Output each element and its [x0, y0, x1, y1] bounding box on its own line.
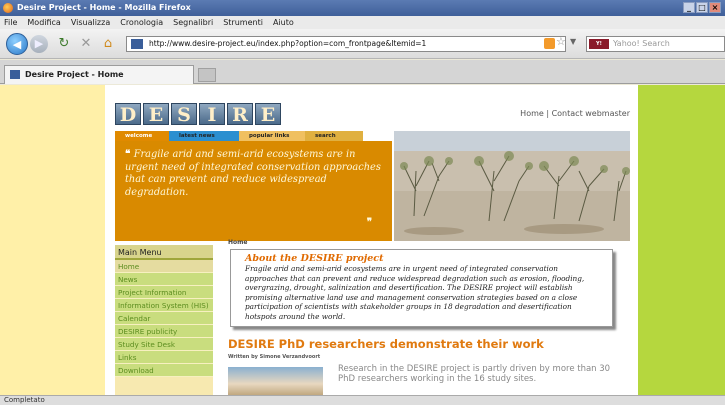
- url-dropdown-icon[interactable]: ▼: [570, 37, 576, 46]
- home-icon[interactable]: ⌂: [100, 36, 116, 52]
- tab-popular-links[interactable]: popular links: [239, 131, 305, 141]
- menu-cronologia[interactable]: Cronologia: [120, 16, 163, 29]
- article-byline: Written by Simone Verzandvoort: [228, 354, 321, 360]
- search-engine-icon[interactable]: Y!: [589, 39, 609, 49]
- breadcrumb: Home: [228, 239, 248, 246]
- window-titlebar: Desire Project - Home - Mozilla Firefox …: [0, 0, 725, 16]
- welcome-quote: ❝ Fragile arid and semi-arid ecosystems …: [115, 141, 392, 241]
- quote-text: Fragile arid and semi-arid ecosystems ar…: [125, 149, 381, 198]
- main-content: Home About the DESIRE project Fragile ar…: [228, 239, 628, 395]
- firefox-icon: [3, 3, 13, 13]
- menu-strumenti[interactable]: Strumenti: [223, 16, 263, 29]
- link-separator: |: [543, 109, 552, 118]
- tab-favicon-icon: [10, 70, 20, 79]
- logo-letter: E: [143, 103, 169, 126]
- close-button[interactable]: ×: [709, 2, 721, 13]
- main-menu-title: Main Menu: [115, 245, 213, 260]
- menu-item-calendar[interactable]: Calendar: [115, 312, 213, 325]
- article-thumbnail: [228, 367, 323, 395]
- forward-arrow-icon: ▶: [34, 37, 44, 50]
- menu-item-news[interactable]: News: [115, 273, 213, 286]
- navigation-toolbar: ◀ ▶ ↻ ✕ ⌂ http://www.desire-project.eu/i…: [0, 29, 725, 59]
- menu-item-download[interactable]: Download: [115, 364, 213, 377]
- reload-icon[interactable]: ↻: [56, 36, 72, 52]
- main-menu: Main Menu Home News Project Information …: [115, 245, 213, 395]
- about-box: About the DESIRE project Fragile arid an…: [230, 249, 613, 327]
- open-quote-icon: ❝: [125, 149, 134, 160]
- hero-banner: welcome latest news popular links search…: [115, 131, 630, 241]
- article-intro: Research in the DESIRE project is partly…: [338, 364, 611, 384]
- close-quote-icon: ❞: [366, 216, 372, 228]
- about-title: About the DESIRE project: [245, 253, 384, 264]
- contact-webmaster-link[interactable]: Contact webmaster: [552, 109, 630, 118]
- menu-bar: File Modifica Visualizza Cronologia Segn…: [0, 16, 725, 29]
- search-placeholder: Yahoo! Search: [613, 39, 670, 48]
- maximize-button[interactable]: □: [696, 2, 708, 13]
- home-link[interactable]: Home: [520, 109, 544, 118]
- hero-tabs: welcome latest news popular links search: [115, 131, 392, 141]
- minimize-button[interactable]: _: [683, 2, 695, 13]
- back-arrow-icon: ◀: [12, 38, 22, 51]
- desire-page: D E S I R E Home | Contact webmaster wel…: [105, 85, 638, 395]
- tab-welcome[interactable]: welcome: [115, 131, 169, 141]
- search-box[interactable]: Y! Yahoo! Search: [586, 36, 725, 52]
- top-links: Home | Contact webmaster: [520, 109, 630, 118]
- logo-letter: R: [227, 103, 253, 126]
- menu-segnalibri[interactable]: Segnalibri: [173, 16, 213, 29]
- menu-item-study-site-desk[interactable]: Study Site Desk: [115, 338, 213, 351]
- menu-item-project-information[interactable]: Project Information: [115, 286, 213, 299]
- stop-icon[interactable]: ✕: [78, 36, 94, 52]
- tab-search[interactable]: search: [305, 131, 363, 141]
- window-controls: _ □ ×: [683, 2, 721, 13]
- address-bar[interactable]: http://www.desire-project.eu/index.php?o…: [126, 36, 566, 52]
- menu-item-desire-publicity[interactable]: DESIRE publicity: [115, 325, 213, 338]
- article-title[interactable]: DESIRE PhD researchers demonstrate their…: [228, 337, 544, 351]
- menu-modifica[interactable]: Modifica: [27, 16, 60, 29]
- menu-file[interactable]: File: [4, 16, 17, 29]
- menu-aiuto[interactable]: Aiuto: [273, 16, 294, 29]
- window-title: Desire Project - Home - Mozilla Firefox: [17, 3, 191, 12]
- logo-letter: D: [115, 103, 141, 126]
- menu-item-information-system[interactable]: Information System (HIS): [115, 299, 213, 312]
- logo-letter: E: [255, 103, 281, 126]
- menu-item-links[interactable]: Links: [115, 351, 213, 364]
- new-tab-button[interactable]: [198, 68, 216, 82]
- back-button[interactable]: ◀: [6, 33, 28, 55]
- forward-button[interactable]: ▶: [30, 35, 48, 53]
- tab-title: Desire Project - Home: [25, 70, 124, 79]
- bookmark-star-icon[interactable]: ☆: [556, 35, 566, 48]
- url-text: http://www.desire-project.eu/index.php?o…: [149, 39, 427, 48]
- site-favicon-icon: [131, 39, 143, 49]
- landscape-photo: [394, 131, 630, 241]
- logo-letter: S: [171, 103, 197, 126]
- about-text: Fragile arid and semi-arid ecosystems ar…: [245, 264, 585, 321]
- menu-item-home[interactable]: Home: [115, 260, 213, 273]
- tab-latest-news[interactable]: latest news: [169, 131, 239, 141]
- rss-feed-icon[interactable]: [544, 38, 555, 49]
- logo-letter: I: [199, 103, 225, 126]
- page-viewport: D E S I R E Home | Contact webmaster wel…: [0, 85, 725, 395]
- tab-desire-home[interactable]: Desire Project - Home: [4, 65, 194, 84]
- desire-logo[interactable]: D E S I R E: [115, 103, 281, 126]
- status-bar: Completato: [0, 395, 725, 405]
- menu-visualizza[interactable]: Visualizza: [71, 16, 110, 29]
- tab-strip: Desire Project - Home: [0, 60, 725, 84]
